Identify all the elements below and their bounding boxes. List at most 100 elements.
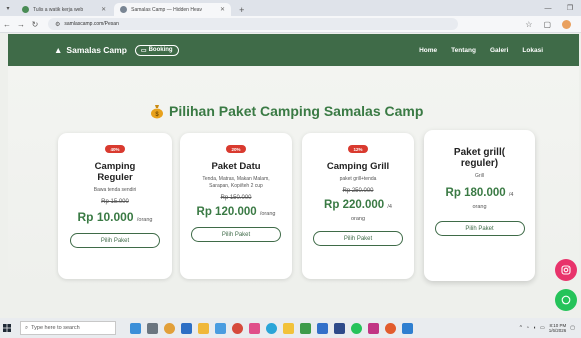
package-card: 20% Paket Datu Tenda, Matras, Makan Mala… bbox=[180, 133, 292, 279]
battery-icon[interactable]: ▭ bbox=[540, 325, 545, 331]
network-icon[interactable]: ◔ bbox=[526, 325, 529, 331]
whatsapp-icon bbox=[561, 295, 571, 305]
volume-icon[interactable]: ◖ bbox=[533, 325, 536, 331]
nav-link-home[interactable]: Home bbox=[419, 47, 437, 54]
tab-close-icon[interactable]: ✕ bbox=[101, 6, 106, 13]
discount-badge: 12% bbox=[348, 145, 368, 153]
package-description: Bawa tenda sendiri bbox=[93, 187, 137, 193]
price-unit-label: orang bbox=[350, 216, 366, 222]
chrome-icon[interactable] bbox=[164, 322, 175, 334]
package-price: Rp 220.000 /4 bbox=[324, 199, 392, 211]
store-icon[interactable] bbox=[181, 322, 192, 334]
page-title: Pilihan Paket Camping Samalas Camp bbox=[169, 103, 424, 119]
package-price: Rp 180.000 /4 bbox=[446, 187, 514, 199]
task-view-icon[interactable] bbox=[147, 322, 158, 334]
instagram-icon bbox=[561, 265, 571, 275]
choose-package-button[interactable]: Pilih Paket bbox=[313, 231, 403, 246]
window-controls: — ❐ bbox=[537, 0, 581, 16]
booking-label: Booking bbox=[148, 47, 173, 53]
bookmark-star-icon[interactable]: ☆ bbox=[525, 20, 532, 29]
choose-package-button[interactable]: Pilih Paket bbox=[70, 233, 160, 248]
app-icon[interactable] bbox=[402, 322, 413, 334]
discount-badge: 40% bbox=[105, 145, 125, 153]
price-value: Rp 220.000 bbox=[324, 199, 385, 211]
nav-link-lokasi[interactable]: Lokasi bbox=[522, 47, 543, 54]
tab-title: Tulis a watik kerja web bbox=[33, 6, 84, 13]
price-unit: /orang bbox=[136, 217, 153, 223]
section-heading: $ Pilihan Paket Camping Samalas Camp bbox=[150, 103, 423, 119]
money-bag-icon: $ bbox=[151, 104, 163, 118]
price-value: Rp 10.000 bbox=[77, 210, 134, 224]
package-card: Paket grill( reguler) Grill Rp 180.000 /… bbox=[424, 130, 535, 281]
campfire-logo-icon: ▲ bbox=[54, 45, 63, 55]
instagram-button[interactable] bbox=[555, 259, 577, 281]
package-price: Rp 10.000 /orang bbox=[78, 210, 153, 224]
minimize-icon[interactable]: — bbox=[537, 5, 559, 12]
notifications-icon[interactable]: ▢ bbox=[570, 325, 575, 331]
price-value: Rp 120.000 bbox=[196, 206, 257, 218]
package-price: Rp 120.000 /orang bbox=[197, 206, 276, 218]
price-unit: /4 bbox=[508, 192, 514, 198]
package-description: Grill bbox=[475, 173, 484, 179]
site-navbar: ▲ Samalas Camp ▭ Booking Home Tentang Ga… bbox=[8, 34, 579, 66]
edge-icon[interactable] bbox=[266, 322, 277, 334]
package-card: 12% Camping Grill paket grill+tenda Rp 2… bbox=[302, 133, 414, 279]
choose-package-button[interactable]: Pilih Paket bbox=[434, 221, 525, 236]
package-description: Tenda, Matras, Makan Malam, Sarapan, Kop… bbox=[202, 176, 270, 189]
word-icon[interactable] bbox=[317, 322, 328, 334]
excel-icon[interactable] bbox=[300, 322, 311, 334]
choose-package-button[interactable]: Pilih Paket bbox=[191, 227, 281, 242]
instagram-app-icon[interactable] bbox=[368, 322, 379, 334]
windows-logo-icon bbox=[3, 324, 11, 332]
package-old-price: Rp 15.000 bbox=[101, 199, 129, 205]
booking-button[interactable]: ▭ Booking bbox=[134, 44, 179, 56]
package-old-price: Rp 250.000 bbox=[342, 188, 374, 194]
app-icon[interactable] bbox=[232, 322, 243, 334]
new-tab-button[interactable]: + bbox=[233, 3, 250, 16]
site-brand[interactable]: ▲ Samalas Camp bbox=[54, 45, 127, 55]
address-bar-row: ← → ↻ ⚙ samlascamp.com/Pesan ☆ ▢ bbox=[0, 16, 581, 33]
taskbar-apps bbox=[130, 322, 413, 334]
whatsapp-app-icon[interactable] bbox=[351, 322, 362, 334]
weather-app-icon[interactable] bbox=[130, 322, 141, 334]
profile-avatar-icon[interactable] bbox=[562, 20, 571, 29]
package-title: Paket grill( reguler) bbox=[453, 147, 506, 169]
whatsapp-button[interactable] bbox=[555, 289, 577, 311]
taskbar-search[interactable]: ⌕ Type here to search bbox=[20, 321, 116, 335]
browser-tab-active[interactable]: Samalas Camp — Hidden Heav ✕ bbox=[114, 3, 232, 16]
price-unit: /4 bbox=[387, 204, 392, 210]
tray-chevron-icon[interactable]: ^ bbox=[520, 325, 522, 331]
app-icon[interactable] bbox=[215, 322, 226, 334]
file-explorer-icon[interactable] bbox=[198, 322, 209, 334]
restore-icon[interactable]: ❐ bbox=[559, 4, 581, 12]
reload-icon[interactable]: ↻ bbox=[28, 20, 42, 29]
browser-tab-bar: ▾ Tulis a watik kerja web ✕ Samalas Camp… bbox=[0, 0, 581, 16]
app-icon[interactable] bbox=[283, 322, 294, 334]
package-card: 40% Camping Reguler Bawa tenda sendiri R… bbox=[58, 133, 172, 279]
browser-tab[interactable]: Tulis a watik kerja web ✕ bbox=[16, 3, 112, 16]
search-placeholder: Type here to search bbox=[31, 325, 80, 331]
calendar-icon: ▭ bbox=[140, 47, 147, 54]
tab-close-icon[interactable]: ✕ bbox=[220, 6, 225, 13]
nav-link-galeri[interactable]: Galeri bbox=[490, 47, 508, 54]
site-info-icon[interactable]: ⚙ bbox=[55, 21, 60, 28]
tab-list-chevron-icon[interactable]: ▾ bbox=[0, 0, 16, 16]
toolbar-icons: ☆ ▢ bbox=[525, 16, 571, 33]
nav-links: Home Tentang Galeri Lokasi bbox=[419, 34, 543, 66]
price-unit: /orang bbox=[259, 211, 276, 217]
app-icon[interactable] bbox=[249, 322, 260, 334]
app-icon[interactable] bbox=[385, 322, 396, 334]
start-button[interactable] bbox=[0, 324, 14, 332]
tab-title: Samalas Camp — Hidden Heav bbox=[131, 6, 203, 13]
extensions-icon[interactable]: ▢ bbox=[543, 20, 551, 29]
back-icon[interactable]: ← bbox=[0, 20, 14, 29]
url-field[interactable]: ⚙ samlascamp.com/Pesan bbox=[48, 18, 458, 30]
forward-icon[interactable]: → bbox=[14, 20, 28, 29]
nav-link-tentang[interactable]: Tentang bbox=[451, 47, 476, 54]
price-unit-label: orang bbox=[472, 204, 487, 210]
package-description: paket grill+tenda bbox=[339, 176, 377, 182]
package-old-price: Rp 150.000 bbox=[220, 195, 252, 201]
discount-badge: 20% bbox=[226, 145, 246, 153]
app-icon[interactable] bbox=[334, 322, 345, 334]
clock[interactable]: 8:10 PM 1/6/2026 bbox=[549, 323, 567, 333]
